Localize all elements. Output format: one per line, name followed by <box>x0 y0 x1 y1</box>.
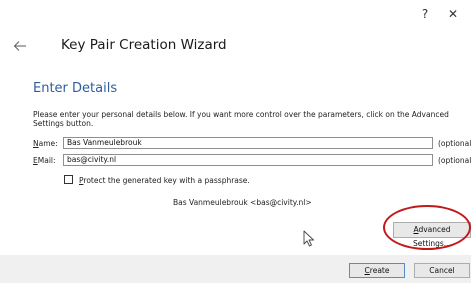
wizard-title: Key Pair Creation Wizard <box>61 37 227 53</box>
close-icon[interactable]: ✕ <box>439 4 467 24</box>
name-optional-hint: (optional) <box>438 139 471 148</box>
email-input[interactable] <box>63 154 433 166</box>
cancel-button[interactable]: Cancel <box>414 263 470 278</box>
passphrase-checkbox-label[interactable]: Protect the generated key with a passphr… <box>79 176 250 185</box>
name-label-text: ame: <box>38 139 58 148</box>
intro-text: Please enter your personal details below… <box>33 110 449 128</box>
name-label: Name: <box>33 139 58 148</box>
section-heading: Enter Details <box>33 81 118 96</box>
mouse-pointer-icon <box>303 230 314 247</box>
back-arrow-icon[interactable] <box>13 40 27 52</box>
email-optional-hint: (optional) <box>438 156 471 165</box>
passphrase-label-text: rotect the generated key with a passphra… <box>83 176 250 185</box>
advanced-label: dvanced Settings... <box>413 225 451 248</box>
create-label: reate <box>369 266 390 275</box>
help-icon[interactable]: ? <box>411 4 439 24</box>
name-input[interactable] <box>63 137 433 149</box>
passphrase-checkbox[interactable] <box>64 175 73 184</box>
identity-preview: Bas Vanmeulebrouk <bas@civity.nl> <box>173 198 312 207</box>
email-label: EMail: <box>33 156 56 165</box>
advanced-settings-button[interactable]: Advanced Settings... <box>393 222 471 248</box>
email-label-text: Mail: <box>37 156 56 165</box>
window-controls: ? ✕ <box>411 4 467 24</box>
create-button[interactable]: Create <box>349 263 405 278</box>
key-pair-wizard-window: ? ✕ Key Pair Creation Wizard Enter Detai… <box>0 0 471 283</box>
